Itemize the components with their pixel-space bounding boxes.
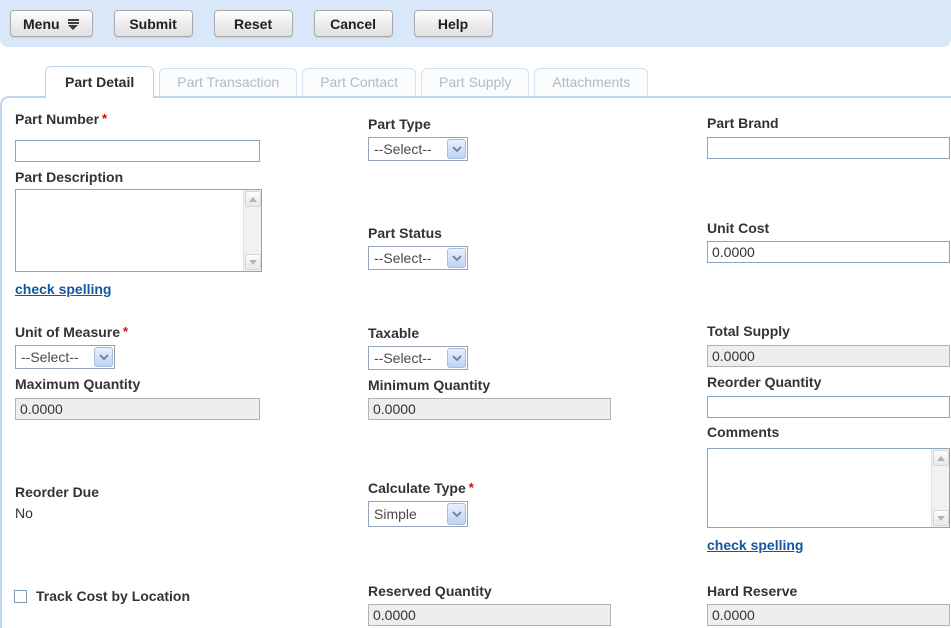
scroll-down-icon[interactable] — [933, 510, 949, 526]
part-brand-input[interactable] — [707, 137, 950, 159]
chevron-down-icon[interactable] — [447, 139, 466, 159]
part-type-label: Part Type — [368, 116, 431, 132]
comments-label: Comments — [707, 424, 779, 440]
part-description-label: Part Description — [15, 169, 123, 185]
reserved-quantity-input — [368, 604, 611, 626]
part-type-select[interactable]: --Select-- — [368, 137, 468, 161]
minimum-quantity-input — [368, 398, 611, 420]
reset-button[interactable]: Reset — [214, 10, 293, 37]
scroll-down-icon[interactable] — [245, 254, 261, 270]
calculate-type-label: Calculate Type* — [368, 480, 474, 496]
menu-button[interactable]: Menu — [10, 10, 93, 37]
comments-textarea[interactable] — [708, 449, 931, 527]
unit-cost-input[interactable] — [707, 241, 950, 263]
unit-of-measure-select[interactable]: --Select-- — [15, 345, 115, 369]
total-supply-label: Total Supply — [707, 323, 790, 339]
menu-button-label: Menu — [23, 16, 60, 32]
reorder-due-value: No — [15, 505, 33, 521]
taxable-label: Taxable — [368, 325, 419, 341]
minimum-quantity-label: Minimum Quantity — [368, 377, 490, 393]
unit-of-measure-label: Unit of Measure* — [15, 324, 128, 340]
cancel-button[interactable]: Cancel — [314, 10, 393, 37]
submit-button[interactable]: Submit — [114, 10, 193, 37]
reorder-quantity-input[interactable] — [707, 396, 950, 418]
track-cost-checkbox[interactable] — [14, 590, 27, 603]
part-number-label: Part Number* — [15, 111, 107, 127]
textarea-scrollbar[interactable] — [931, 449, 949, 527]
part-brand-label: Part Brand — [707, 115, 779, 131]
reserved-quantity-label: Reserved Quantity — [368, 583, 492, 599]
tab-attachments[interactable]: Attachments — [534, 68, 648, 96]
total-supply-input — [707, 345, 950, 367]
part-status-select[interactable]: --Select-- — [368, 246, 468, 270]
check-spelling-link-comments[interactable]: check spelling — [707, 537, 803, 553]
maximum-quantity-input — [15, 398, 260, 420]
tab-part-supply[interactable]: Part Supply — [421, 68, 529, 96]
track-cost-label: Track Cost by Location — [36, 588, 190, 604]
menu-dropdown-icon — [67, 18, 80, 29]
chevron-down-icon[interactable] — [94, 347, 113, 367]
taxable-select[interactable]: --Select-- — [368, 346, 468, 370]
tab-part-contact[interactable]: Part Contact — [302, 68, 416, 96]
help-button[interactable]: Help — [414, 10, 493, 37]
chevron-down-icon[interactable] — [447, 348, 466, 368]
scroll-up-icon[interactable] — [933, 450, 949, 466]
required-marker: * — [469, 480, 474, 495]
required-marker: * — [102, 111, 107, 126]
part-description-textarea-box — [15, 189, 262, 272]
part-number-input[interactable] — [15, 140, 260, 162]
chevron-down-icon[interactable] — [447, 248, 466, 268]
tab-part-detail[interactable]: Part Detail — [45, 66, 154, 98]
maximum-quantity-label: Maximum Quantity — [15, 376, 140, 392]
hard-reserve-label: Hard Reserve — [707, 583, 797, 599]
part-detail-panel: Part Number* Part Description check spel… — [0, 96, 951, 628]
textarea-scrollbar[interactable] — [243, 190, 261, 271]
required-marker: * — [123, 324, 128, 339]
check-spelling-link-description[interactable]: check spelling — [15, 281, 111, 297]
tab-part-transaction[interactable]: Part Transaction — [159, 68, 297, 96]
comments-textarea-box — [707, 448, 950, 528]
reorder-quantity-label: Reorder Quantity — [707, 374, 821, 390]
toolbar: Menu Submit Reset Cancel Help — [0, 0, 951, 47]
tab-bar: Part Detail Part Transaction Part Contac… — [0, 66, 951, 98]
reorder-due-label: Reorder Due — [15, 484, 99, 500]
calculate-type-select[interactable]: Simple — [368, 501, 468, 527]
unit-cost-label: Unit Cost — [707, 220, 769, 236]
chevron-down-icon[interactable] — [447, 503, 466, 525]
part-description-textarea[interactable] — [16, 190, 243, 271]
part-status-label: Part Status — [368, 225, 442, 241]
hard-reserve-input — [707, 604, 950, 626]
scroll-up-icon[interactable] — [245, 191, 261, 207]
